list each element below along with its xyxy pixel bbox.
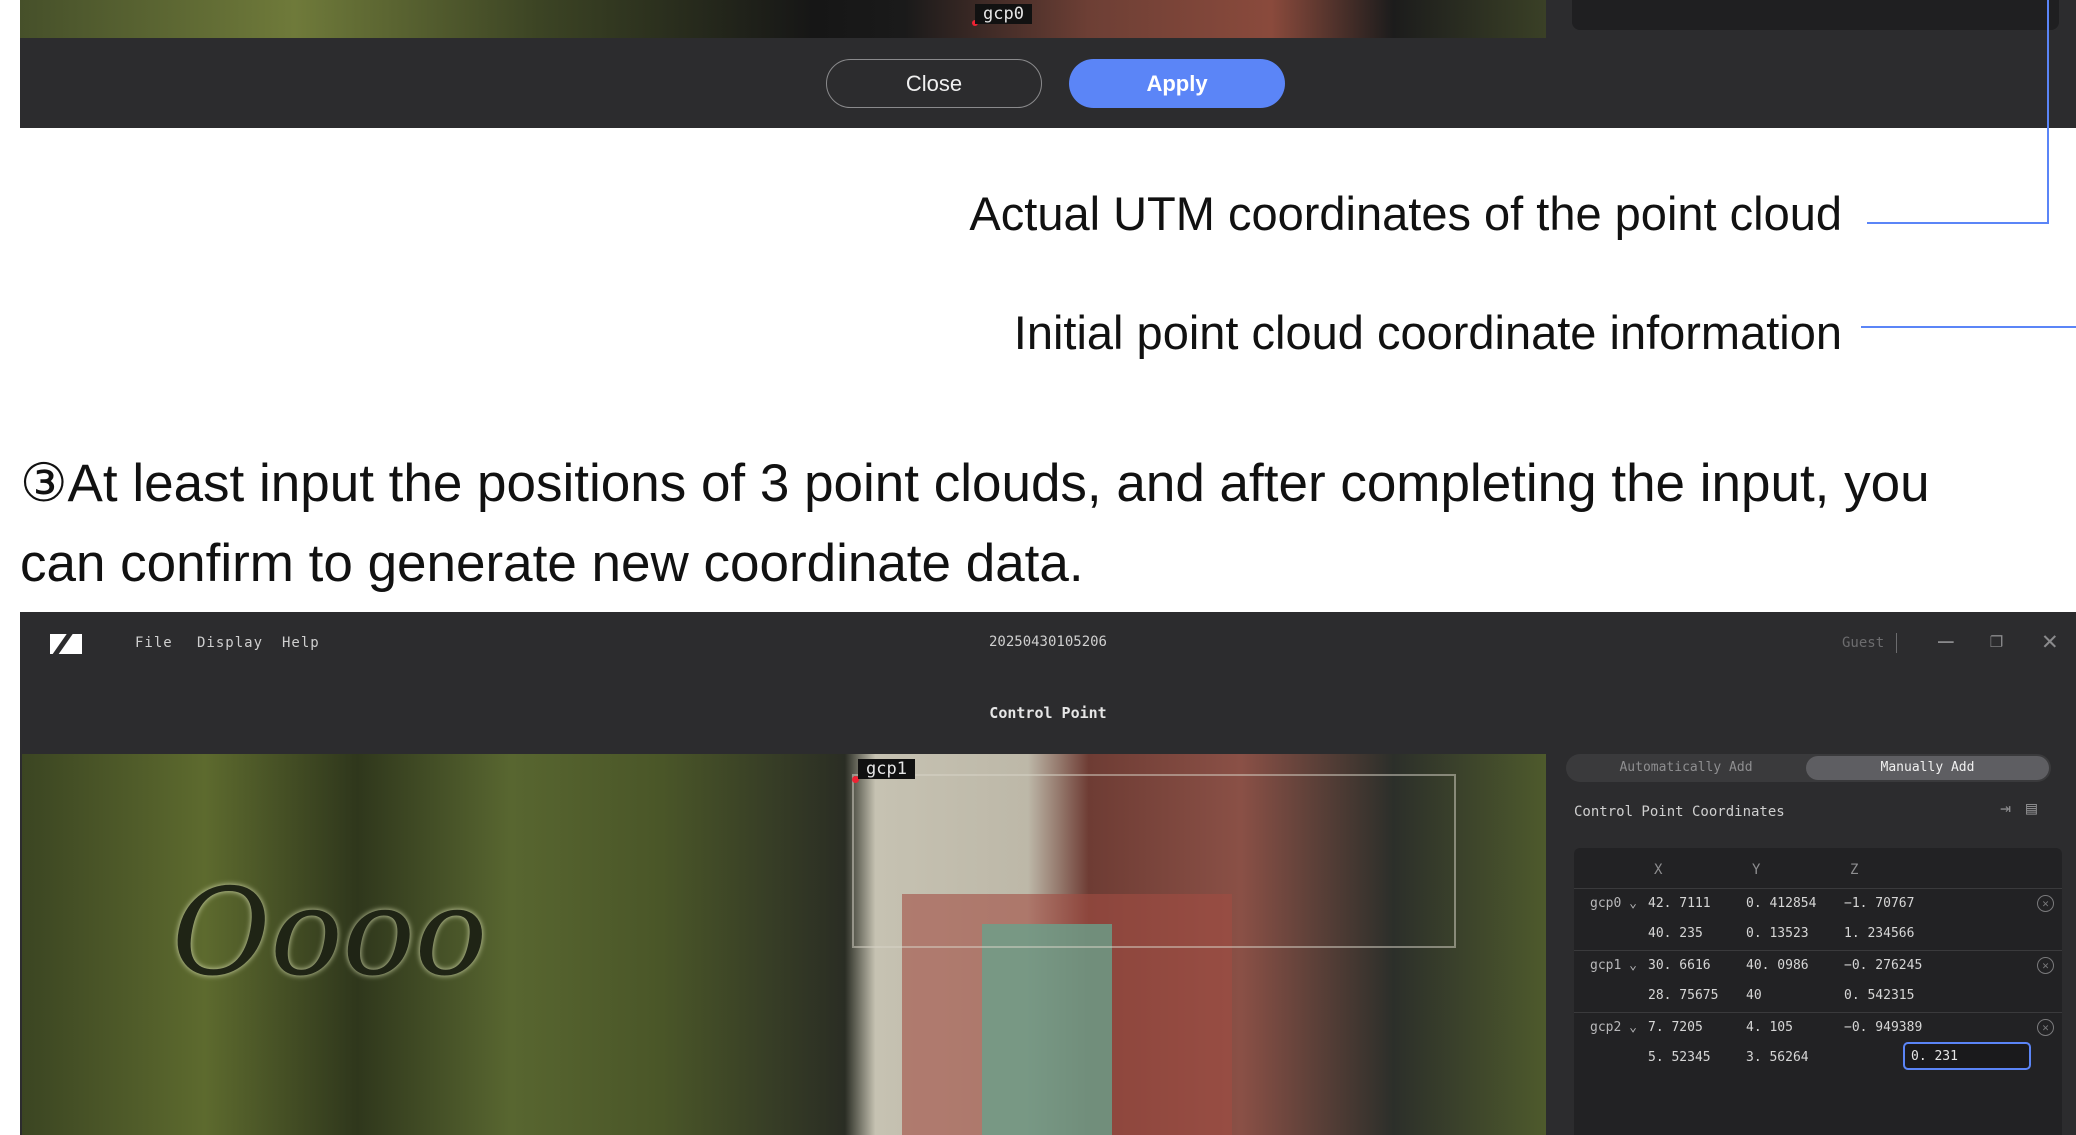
top-dialog-window: gcp0 Close Apply — [20, 0, 2076, 128]
cell-x[interactable]: 42. 7111 — [1648, 896, 1711, 911]
step-line-1: ③At least input the positions of 3 point… — [20, 454, 1930, 513]
cell-z[interactable]: −1. 70767 — [1844, 896, 1914, 911]
user-name[interactable]: Guest — [1842, 635, 1884, 651]
table-row[interactable]: gcp1 ⌄ 30. 6616 40. 0986 −0. 276245 ✕ — [1574, 950, 2062, 982]
remove-circle-icon[interactable]: ✕ — [2037, 957, 2054, 974]
maximize-icon[interactable]: ❐ — [1990, 628, 2003, 653]
cell-y[interactable]: 0. 412854 — [1746, 896, 1816, 911]
z-input-field[interactable]: 0. 231 — [1903, 1042, 2031, 1070]
cell-y[interactable]: 40. 0986 — [1746, 958, 1809, 973]
column-header-y: Y — [1752, 862, 1761, 878]
cell-z[interactable]: 1. 234566 — [1844, 926, 1914, 941]
close-button[interactable]: Close — [826, 59, 1042, 108]
export-icon[interactable]: ⇥ — [2000, 800, 2018, 818]
z-input-value: 0. 231 — [1911, 1049, 1958, 1064]
add-mode-toggle: Automatically Add Manually Add — [1566, 754, 2051, 782]
cell-x[interactable]: 40. 235 — [1648, 926, 1703, 941]
cell-x[interactable]: 28. 75675 — [1648, 988, 1718, 1003]
cell-z[interactable]: −0. 949389 — [1844, 1020, 1922, 1035]
divider — [1896, 633, 1897, 653]
control-point-panel: Automatically Add Manually Add Control P… — [1566, 754, 2076, 1135]
cell-x[interactable]: 30. 6616 — [1648, 958, 1711, 973]
leader-line — [1861, 326, 2076, 328]
leader-line — [1867, 222, 2049, 224]
annotation-actual-utm: Actual UTM coordinates of the point clou… — [969, 187, 1842, 240]
point-label[interactable]: gcp2 ⌄ — [1590, 1020, 1637, 1035]
cell-y[interactable]: 4. 105 — [1746, 1020, 1793, 1035]
gcp-tag: gcp0 — [975, 4, 1032, 24]
close-icon[interactable]: ✕ — [2042, 626, 2058, 656]
document-icon[interactable]: ▤ — [2026, 800, 2044, 818]
fence-outline — [852, 774, 1456, 948]
ground-logo: Oooo — [172, 864, 488, 1003]
app-window: File Display Help 20250430105206 Guest —… — [20, 612, 2076, 1135]
side-panel-edge — [1572, 0, 2059, 30]
cell-x[interactable]: 7. 7205 — [1648, 1020, 1703, 1035]
tab-automatically-add[interactable]: Automatically Add — [1566, 754, 1806, 782]
minimize-icon[interactable]: — — [1938, 626, 1954, 656]
column-header-z: Z — [1850, 862, 1859, 878]
table-row[interactable]: 5. 52345 3. 56264 0. 231 — [1574, 1042, 2062, 1074]
cell-y[interactable]: 40 — [1746, 988, 1762, 1003]
cell-x[interactable]: 5. 52345 — [1648, 1050, 1711, 1065]
window-title: 20250430105206 — [988, 634, 1107, 650]
point-label[interactable]: gcp0 ⌄ — [1590, 896, 1637, 911]
court-green-area — [982, 924, 1112, 1135]
tab-manually-add[interactable]: Manually Add — [1806, 756, 2049, 780]
cell-z[interactable]: −0. 276245 — [1844, 958, 1922, 973]
cell-y[interactable]: 0. 13523 — [1746, 926, 1809, 941]
remove-circle-icon[interactable]: ✕ — [2037, 1019, 2054, 1036]
section-title: Control Point Coordinates — [1574, 804, 1785, 820]
table-row[interactable]: 28. 75675 40 0. 542315 — [1574, 981, 2062, 1012]
column-header-x: X — [1654, 862, 1663, 878]
remove-circle-icon[interactable]: ✕ — [2037, 895, 2054, 912]
step-description: ③At least input the positions of 3 point… — [20, 444, 2076, 604]
panel-title: Control Point — [989, 704, 1107, 722]
table-row[interactable]: 40. 235 0. 13523 1. 234566 — [1574, 919, 2062, 950]
point-cloud-viewport-top[interactable]: gcp0 — [20, 0, 1546, 38]
apply-button[interactable]: Apply — [1069, 59, 1285, 108]
gcp-tag: gcp1 — [858, 759, 915, 779]
cell-y[interactable]: 3. 56264 — [1746, 1050, 1809, 1065]
table-row[interactable]: gcp2 ⌄ 7. 7205 4. 105 −0. 949389 ✕ — [1574, 1012, 2062, 1044]
leader-line — [2047, 0, 2049, 224]
title-bar: File Display Help 20250430105206 Guest —… — [20, 612, 2076, 676]
point-label[interactable]: gcp1 ⌄ — [1590, 958, 1637, 973]
coordinates-table: X Y Z gcp0 ⌄ 42. 7111 0. 412854 −1. 7076… — [1574, 848, 2062, 1135]
point-cloud-viewport[interactable]: Oooo gcp1 — [22, 754, 1546, 1135]
table-row[interactable]: gcp0 ⌄ 42. 7111 0. 412854 −1. 70767 ✕ — [1574, 888, 2062, 920]
annotation-initial-info: Initial point cloud coordinate informati… — [1013, 306, 1842, 359]
step-line-2: can confirm to generate new coordinate d… — [20, 534, 1084, 593]
cell-z[interactable]: 0. 542315 — [1844, 988, 1914, 1003]
